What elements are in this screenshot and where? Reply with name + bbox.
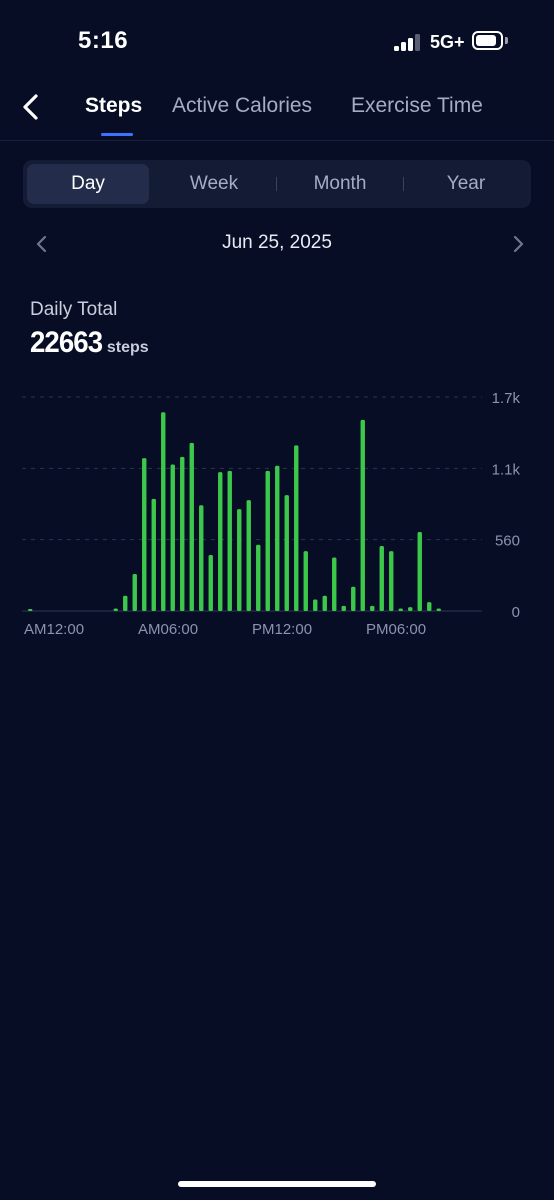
y-tick-label: 1.1k (492, 461, 521, 478)
status-time: 5:16 (78, 27, 129, 54)
step-bar (170, 464, 175, 611)
step-bar (151, 498, 156, 611)
active-tab-indicator (101, 133, 133, 136)
step-bar (370, 605, 375, 611)
y-tick-label: 0 (512, 604, 520, 621)
step-bar (237, 509, 242, 611)
step-bar (408, 607, 413, 611)
range-option-year[interactable]: Year (405, 164, 527, 204)
step-bar (161, 412, 166, 611)
step-bar (180, 456, 185, 611)
daily-total-caption: Daily Total (30, 299, 118, 320)
step-bar (265, 470, 270, 611)
home-indicator (178, 1181, 376, 1187)
step-bar (28, 609, 33, 611)
metric-tab-bar: Steps Active Calories Exercise Time (0, 84, 554, 141)
battery-cap (505, 37, 508, 44)
chevron-left-icon (23, 94, 38, 120)
step-bar (142, 458, 147, 611)
daily-total-value: 22663 (30, 326, 103, 359)
step-bar (227, 470, 232, 611)
step-bar (218, 472, 223, 611)
signal-bar (401, 42, 406, 51)
tab-active-calories[interactable]: Active Calories (172, 94, 312, 118)
step-bar (275, 465, 280, 611)
cellular-signal-icon (394, 34, 422, 51)
segment-divider (403, 177, 404, 191)
status-bar: 5:16 5G+ (0, 0, 554, 84)
step-bar (351, 586, 356, 611)
step-bar (360, 419, 365, 611)
x-tick-label: AM12:00 (24, 621, 84, 638)
step-bar (189, 442, 194, 611)
back-button[interactable] (14, 89, 50, 125)
tab-exercise-time[interactable]: Exercise Time (351, 94, 483, 118)
battery-level-fill (476, 35, 496, 46)
x-tick-label: AM06:00 (138, 621, 198, 638)
tab-steps[interactable]: Steps (85, 94, 142, 118)
step-bar (427, 602, 432, 611)
y-tick-label: 1.7k (492, 390, 521, 407)
step-bar (132, 574, 137, 611)
signal-bar (408, 38, 413, 51)
step-bar (313, 599, 318, 611)
range-selector: Day Week Month Year (23, 160, 531, 208)
step-bar (379, 546, 384, 611)
signal-bar (415, 34, 420, 51)
steps-bar-chart: 0 560 1.1k 1.7k AM12:00 AM06:00 PM12:00 PM06:00 (22, 390, 521, 638)
range-option-month[interactable]: Month (279, 164, 401, 204)
chevron-right-icon (513, 235, 524, 253)
step-bar (322, 595, 327, 611)
step-bar (123, 595, 128, 611)
step-bar (417, 532, 422, 611)
step-bar (246, 500, 251, 611)
y-tick-label: 560 (495, 533, 520, 550)
step-bar (398, 608, 403, 611)
step-bar (332, 557, 337, 611)
battery-icon (472, 31, 503, 50)
daily-total: 22663 steps (30, 326, 149, 360)
step-bar (208, 554, 213, 611)
step-bar (284, 495, 289, 611)
segment-divider (276, 177, 277, 191)
step-bar (256, 544, 261, 611)
step-bar (389, 551, 394, 611)
step-bar (199, 505, 204, 611)
x-tick-label: PM12:00 (252, 621, 312, 638)
x-tick-label: PM06:00 (366, 621, 426, 638)
step-bar (436, 608, 441, 611)
range-option-day[interactable]: Day (27, 164, 149, 204)
network-type: 5G+ (430, 32, 465, 52)
range-option-week[interactable]: Week (153, 164, 275, 204)
signal-bar (394, 46, 399, 51)
step-bar (303, 551, 308, 611)
step-bar (294, 445, 299, 611)
step-bar (341, 605, 346, 611)
daily-total-unit: steps (106, 339, 149, 356)
step-bar (113, 608, 118, 611)
current-date: Jun 25, 2025 (222, 232, 332, 253)
date-navigator: Jun 25, 2025 (0, 226, 554, 262)
next-day-button[interactable] (504, 230, 532, 258)
